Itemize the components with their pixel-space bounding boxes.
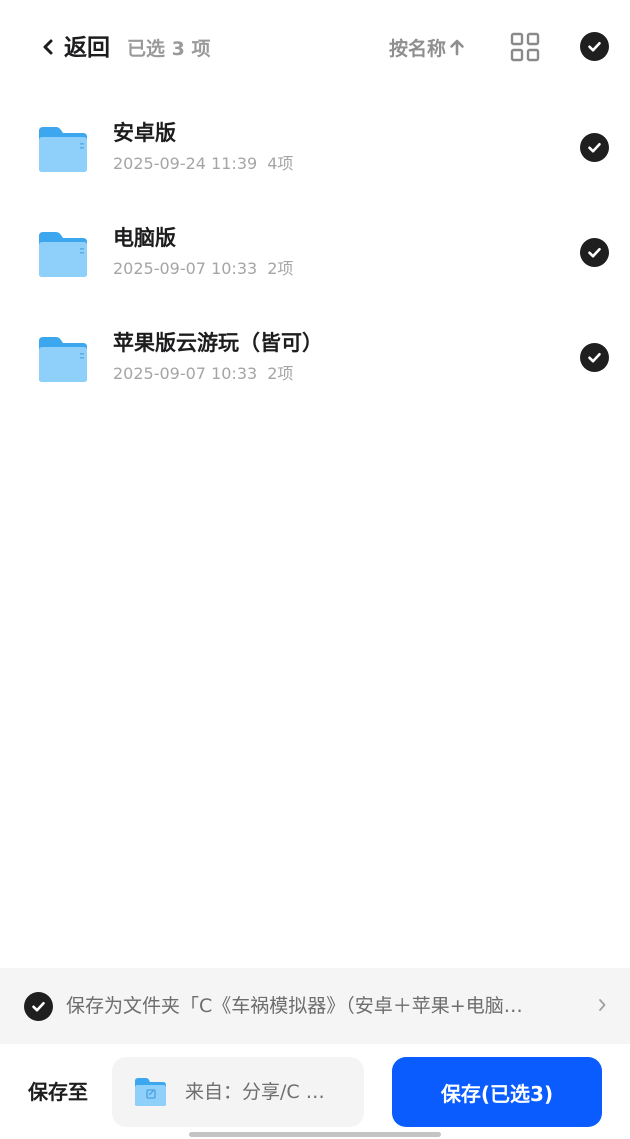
- list-item[interactable]: 电脑版 2025-09-07 10:33 2项: [0, 201, 630, 305]
- save-as-folder-checkbox[interactable]: [24, 992, 53, 1021]
- file-meta: 2025-09-07 10:33 2项: [113, 363, 293, 385]
- row-checkbox[interactable]: [580, 133, 609, 162]
- checkmark-icon: [588, 41, 601, 52]
- save-as-folder-option[interactable]: 保存为文件夹「C《车祸模拟器》（安卓＋苹果+电脑…: [0, 968, 630, 1044]
- checkmark-icon: [32, 1001, 45, 1012]
- chevron-left-icon[interactable]: [40, 34, 56, 60]
- destination-picker[interactable]: 来自：分享/C …: [112, 1057, 364, 1127]
- arrow-up-icon: [450, 39, 464, 56]
- row-checkbox[interactable]: [580, 343, 609, 372]
- bottom-action-bar: 保存至 来自：分享/C … 保存(已选3): [0, 1044, 630, 1139]
- checkmark-icon: [588, 142, 601, 153]
- checkmark-icon: [588, 247, 601, 258]
- row-checkbox[interactable]: [580, 238, 609, 267]
- file-meta: 2025-09-07 10:33 2项: [113, 258, 293, 280]
- sort-by-name-button[interactable]: 按名称: [389, 33, 466, 61]
- file-item-count: 4项: [267, 154, 294, 173]
- selected-count: 已选 3 项: [127, 38, 211, 60]
- save-as-folder-label: 保存为文件夹「C《车祸模拟器》（安卓＋苹果+电脑…: [66, 995, 523, 1017]
- folder-icon: [135, 1078, 166, 1106]
- file-date: 2025-09-07 10:33: [113, 364, 258, 383]
- file-date: 2025-09-24 11:39: [113, 154, 258, 173]
- folder-icon: [39, 337, 87, 382]
- save-shared-files-page: 返回 已选 3 项 按名称 安卓版 2025-09-24 11:39 4项 电脑…: [0, 0, 630, 1139]
- back-button[interactable]: 返回: [64, 32, 110, 64]
- checkmark-icon: [588, 352, 601, 363]
- list-item[interactable]: 苹果版云游玩（皆可） 2025-09-07 10:33 2项: [0, 306, 630, 410]
- save-button[interactable]: 保存(已选3): [392, 1057, 602, 1127]
- file-item-count: 2项: [267, 259, 294, 278]
- destination-path: 来自：分享/C …: [185, 1081, 325, 1103]
- header: 返回 已选 3 项 按名称: [0, 0, 630, 96]
- folder-icon: [39, 232, 87, 277]
- file-name: 电脑版: [113, 226, 176, 250]
- list-item[interactable]: 安卓版 2025-09-24 11:39 4项: [0, 96, 630, 200]
- home-indicator: [189, 1132, 441, 1137]
- select-all-checkbox[interactable]: [580, 32, 609, 61]
- grid-view-icon[interactable]: [510, 32, 540, 62]
- file-item-count: 2项: [267, 364, 294, 383]
- file-name: 安卓版: [113, 121, 176, 145]
- file-date: 2025-09-07 10:33: [113, 259, 258, 278]
- folder-icon: [39, 127, 87, 172]
- save-to-label: 保存至: [28, 1080, 88, 1104]
- sort-label: 按名称: [389, 37, 447, 60]
- file-meta: 2025-09-24 11:39 4项: [113, 153, 293, 175]
- chevron-right-icon[interactable]: [597, 996, 607, 1014]
- file-name: 苹果版云游玩（皆可）: [113, 331, 323, 355]
